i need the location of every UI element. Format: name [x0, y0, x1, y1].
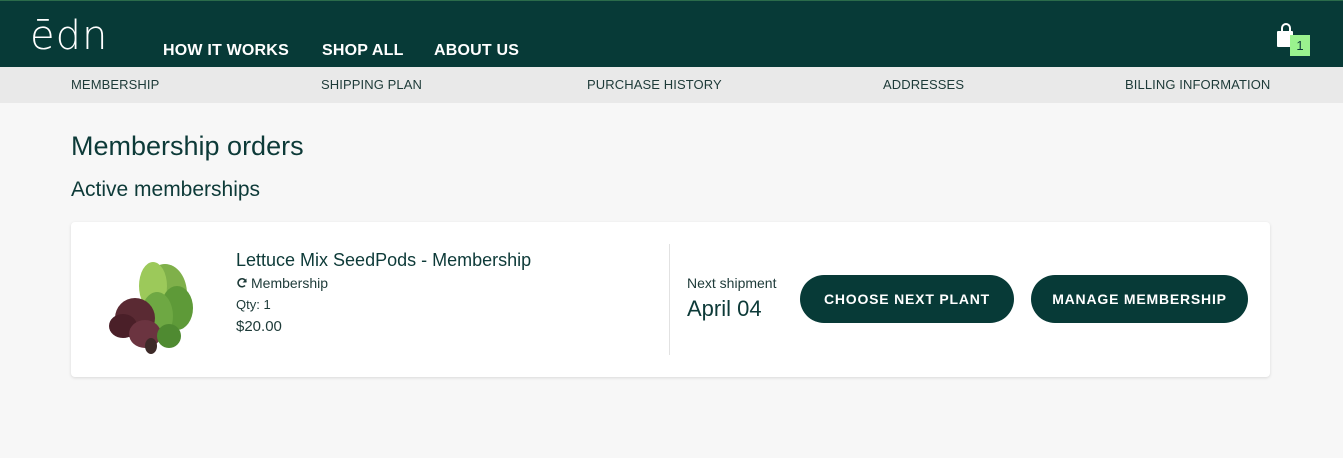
- next-shipment-date: April 04: [687, 296, 762, 321]
- top-header: ēdn HOW IT WORKS SHOP ALL ABOUT US 1: [0, 0, 1343, 67]
- membership-type-label: Membership: [251, 275, 329, 291]
- lettuce-product-image: [109, 262, 193, 354]
- subnav-billing-information[interactable]: BILLING INFORMATION: [1125, 67, 1270, 103]
- cart-button[interactable]: 1: [1276, 21, 1312, 57]
- membership-card: Lettuce Mix SeedPods - Membership Member…: [71, 222, 1270, 377]
- account-subnav: MEMBERSHIP SHIPPING PLAN PURCHASE HISTOR…: [0, 67, 1343, 103]
- logo-text: ēdn: [30, 13, 109, 59]
- product-qty: Qty: 1: [236, 297, 271, 312]
- product-name: Lettuce Mix SeedPods - Membership: [236, 250, 532, 270]
- subnav-membership[interactable]: MEMBERSHIP: [71, 67, 159, 103]
- nav-how-it-works[interactable]: HOW IT WORKS: [163, 39, 289, 63]
- edn-logo[interactable]: ēdn: [30, 11, 122, 61]
- page-title: Membership orders: [71, 131, 304, 161]
- section-title: Active memberships: [71, 178, 261, 201]
- membership-type: Membership: [236, 274, 328, 292]
- subnav-purchase-history[interactable]: PURCHASE HISTORY: [587, 67, 722, 103]
- refresh-icon: [237, 278, 247, 288]
- product-price: $20.00: [236, 318, 282, 335]
- next-shipment-label: Next shipment: [687, 275, 777, 291]
- manage-membership-button[interactable]: MANAGE MEMBERSHIP: [1031, 275, 1248, 323]
- nav-shop-all[interactable]: SHOP ALL: [322, 39, 404, 63]
- nav-about-us[interactable]: ABOUT US: [434, 39, 519, 63]
- choose-next-plant-button[interactable]: CHOOSE NEXT PLANT: [800, 275, 1014, 323]
- card-divider: [669, 244, 670, 355]
- subnav-shipping-plan[interactable]: SHIPPING PLAN: [321, 67, 422, 103]
- cart-count-badge: 1: [1290, 35, 1310, 56]
- subnav-addresses[interactable]: ADDRESSES: [883, 67, 964, 103]
